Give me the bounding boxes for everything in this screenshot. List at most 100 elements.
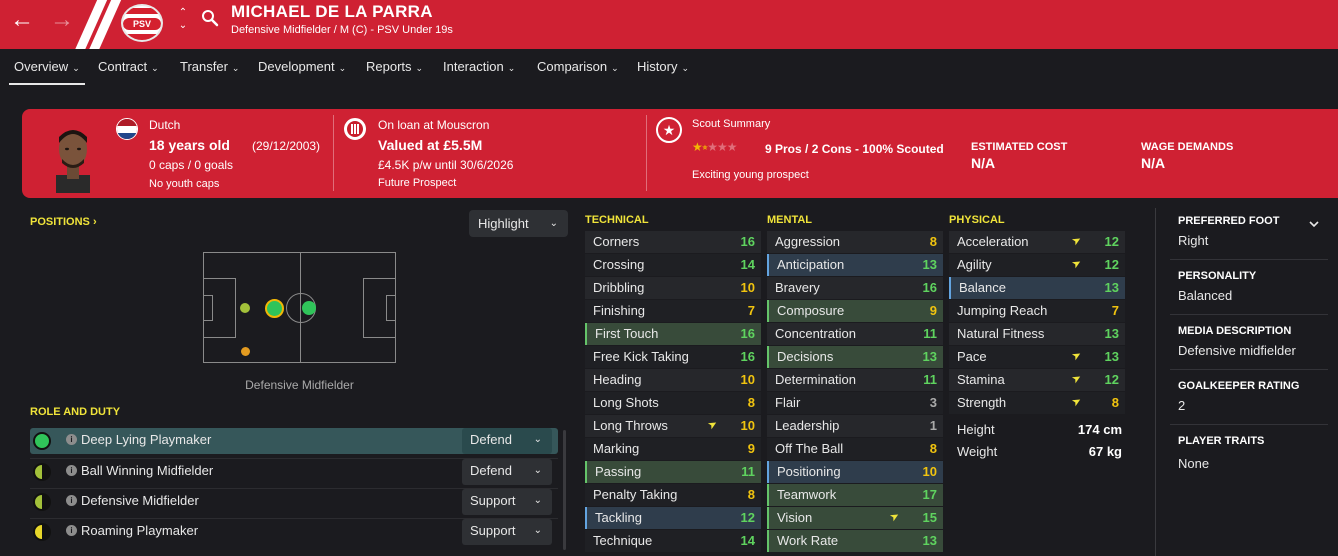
attribute-row[interactable]: Marking 9	[585, 438, 761, 460]
duty-dropdown[interactable]: Support ⌄	[462, 489, 552, 515]
player-navigate-icon[interactable]: ⌃ ⌄	[176, 6, 190, 36]
attribute-row[interactable]: Positioning 10	[767, 461, 943, 483]
tab-history[interactable]: History ⌄	[637, 59, 689, 74]
attribute-row[interactable]: Leadership 1	[767, 415, 943, 437]
attribute-row[interactable]: Aggression 8	[767, 231, 943, 253]
role-row[interactable]: i Defensive Midfielder Support ⌄	[30, 488, 558, 515]
attribute-row[interactable]: Free Kick Taking 16	[585, 346, 761, 368]
chevron-down-icon: ⌄	[611, 63, 619, 73]
duty-dropdown[interactable]: Defend ⌄	[462, 428, 552, 454]
trend-arrow-icon: ➤	[705, 417, 720, 433]
attribute-value: 8	[747, 487, 755, 502]
duty-dropdown[interactable]: Defend ⌄	[462, 459, 552, 485]
info-icon[interactable]: i	[66, 434, 77, 445]
tab-interaction[interactable]: Interaction ⌄	[443, 59, 515, 74]
attribute-row[interactable]: Agility ➤ 12	[949, 254, 1125, 276]
attribute-name: Free Kick Taking	[593, 349, 689, 364]
attribute-name: Stamina	[957, 372, 1005, 387]
attribute-name: Jumping Reach	[957, 303, 1048, 318]
attribute-name: Strength	[957, 395, 1007, 410]
attribute-row[interactable]: Stamina ➤ 12	[949, 369, 1125, 391]
tab-overview[interactable]: Overview ⌄	[9, 59, 85, 85]
attribute-value: 10	[922, 464, 937, 479]
star-icon: ★	[692, 140, 703, 154]
arrow-right-icon[interactable]: →	[46, 6, 78, 34]
info-icon[interactable]: i	[66, 525, 77, 536]
attribute-row[interactable]: Technique 14	[585, 530, 761, 552]
positions-label[interactable]: POSITIONS ›	[30, 216, 97, 228]
chevron-down-icon: ⌄	[681, 63, 689, 73]
highlight-dropdown[interactable]: Highlight ⌄	[469, 210, 568, 237]
attribute-name: Marking	[593, 441, 640, 456]
info-icon[interactable]: i	[66, 495, 77, 506]
tab-comparison[interactable]: Comparison ⌄	[537, 59, 619, 74]
attribute-row[interactable]: Passing 11	[585, 461, 761, 483]
role-row[interactable]: i Roaming Playmaker Support ⌄	[30, 518, 558, 545]
attribute-value: 13	[922, 349, 937, 364]
tab-bar: Overview ⌄ Contract ⌄ Transfer ⌄ Developmen…	[0, 49, 1338, 87]
roles-scrollbar[interactable]	[563, 430, 566, 550]
scout-summary[interactable]: 9 Pros / 2 Cons - 100% Scouted	[765, 142, 944, 156]
attribute-row[interactable]: Long Shots 8	[585, 392, 761, 414]
attribute-row[interactable]: First Touch 16	[585, 323, 761, 345]
wage-demands-label: WAGE DEMANDS	[1141, 141, 1234, 153]
attribute-name: Acceleration	[957, 234, 1029, 249]
attribute-row[interactable]: Tackling 12	[585, 507, 761, 529]
attribute-row[interactable]: Jumping Reach 7	[949, 300, 1125, 322]
search-icon[interactable]	[201, 9, 219, 27]
attribute-row[interactable]: Balance 13	[949, 277, 1125, 299]
player-wage: £4.5K p/w until 30/6/2026	[378, 158, 514, 172]
attribute-value: 15	[922, 510, 937, 525]
attribute-row[interactable]: Decisions 13	[767, 346, 943, 368]
attribute-row[interactable]: Vision ➤ 15	[767, 507, 943, 529]
attribute-row[interactable]: Anticipation 13	[767, 254, 943, 276]
position-dot-dm	[265, 299, 284, 318]
tab-development[interactable]: Development ⌄	[258, 59, 346, 74]
attribute-name: Anticipation	[777, 257, 845, 272]
attribute-row[interactable]: Teamwork 17	[767, 484, 943, 506]
attribute-name: Agility	[957, 257, 992, 272]
estimated-cost: N/A	[971, 155, 996, 171]
attribute-row[interactable]: Work Rate 13	[767, 530, 943, 552]
tab-contract[interactable]: Contract ⌄	[98, 59, 159, 74]
attribute-row[interactable]: Flair 3	[767, 392, 943, 414]
attribute-name: First Touch	[595, 326, 659, 341]
attribute-row[interactable]: Concentration 11	[767, 323, 943, 345]
attribute-row[interactable]: Determination 11	[767, 369, 943, 391]
attribute-row[interactable]: Crossing 14	[585, 254, 761, 276]
role-row[interactable]: i Deep Lying Playmaker Defend ⌄	[30, 428, 558, 454]
attribute-row[interactable]: Dribbling 10	[585, 277, 761, 299]
attribute-row[interactable]: Off The Ball 8	[767, 438, 943, 460]
chevron-down-icon[interactable]	[1308, 218, 1320, 230]
attribute-row[interactable]: Bravery 16	[767, 277, 943, 299]
attribute-row[interactable]: Natural Fitness 13	[949, 323, 1125, 345]
attribute-value: 8	[1111, 395, 1119, 410]
player-name: MICHAEL DE LA PARRA	[231, 2, 433, 21]
weight-value: 67 kg	[1088, 444, 1122, 459]
loan-status[interactable]: On loan at Mouscron	[378, 118, 489, 132]
attribute-row[interactable]: Penalty Taking 8	[585, 484, 761, 506]
scout-summary-label: Scout Summary	[692, 118, 771, 130]
club-crest-icon[interactable]: PSV	[121, 4, 163, 42]
arrow-left-icon[interactable]: ←	[6, 6, 38, 34]
chevron-down-icon: ⌄	[72, 63, 80, 73]
attribute-row[interactable]: Pace ➤ 13	[949, 346, 1125, 368]
chevron-down-icon: ⌄	[338, 63, 347, 73]
tab-reports[interactable]: Reports ⌄	[366, 59, 423, 74]
attribute-row[interactable]: Corners 16	[585, 231, 761, 253]
attribute-name: Technique	[593, 533, 653, 548]
attribute-row[interactable]: Long Throws ➤ 10	[585, 415, 761, 437]
personality: Balanced	[1178, 288, 1233, 303]
duty-dropdown[interactable]: Support ⌄	[462, 519, 552, 545]
info-icon[interactable]: i	[66, 465, 77, 476]
role-row[interactable]: i Ball Winning Midfielder Defend ⌄	[30, 458, 558, 485]
attribute-row[interactable]: Composure 9	[767, 300, 943, 322]
trend-arrow-icon: ➤	[1069, 233, 1084, 249]
attribute-row[interactable]: Heading 10	[585, 369, 761, 391]
attribute-row[interactable]: Strength ➤ 8	[949, 392, 1125, 414]
attribute-row[interactable]: Acceleration ➤ 12	[949, 231, 1125, 253]
attribute-value: 13	[1104, 326, 1119, 341]
attribute-row[interactable]: Finishing 7	[585, 300, 761, 322]
tab-transfer[interactable]: Transfer ⌄	[180, 59, 239, 74]
loan-club-crest-icon[interactable]	[344, 118, 366, 140]
